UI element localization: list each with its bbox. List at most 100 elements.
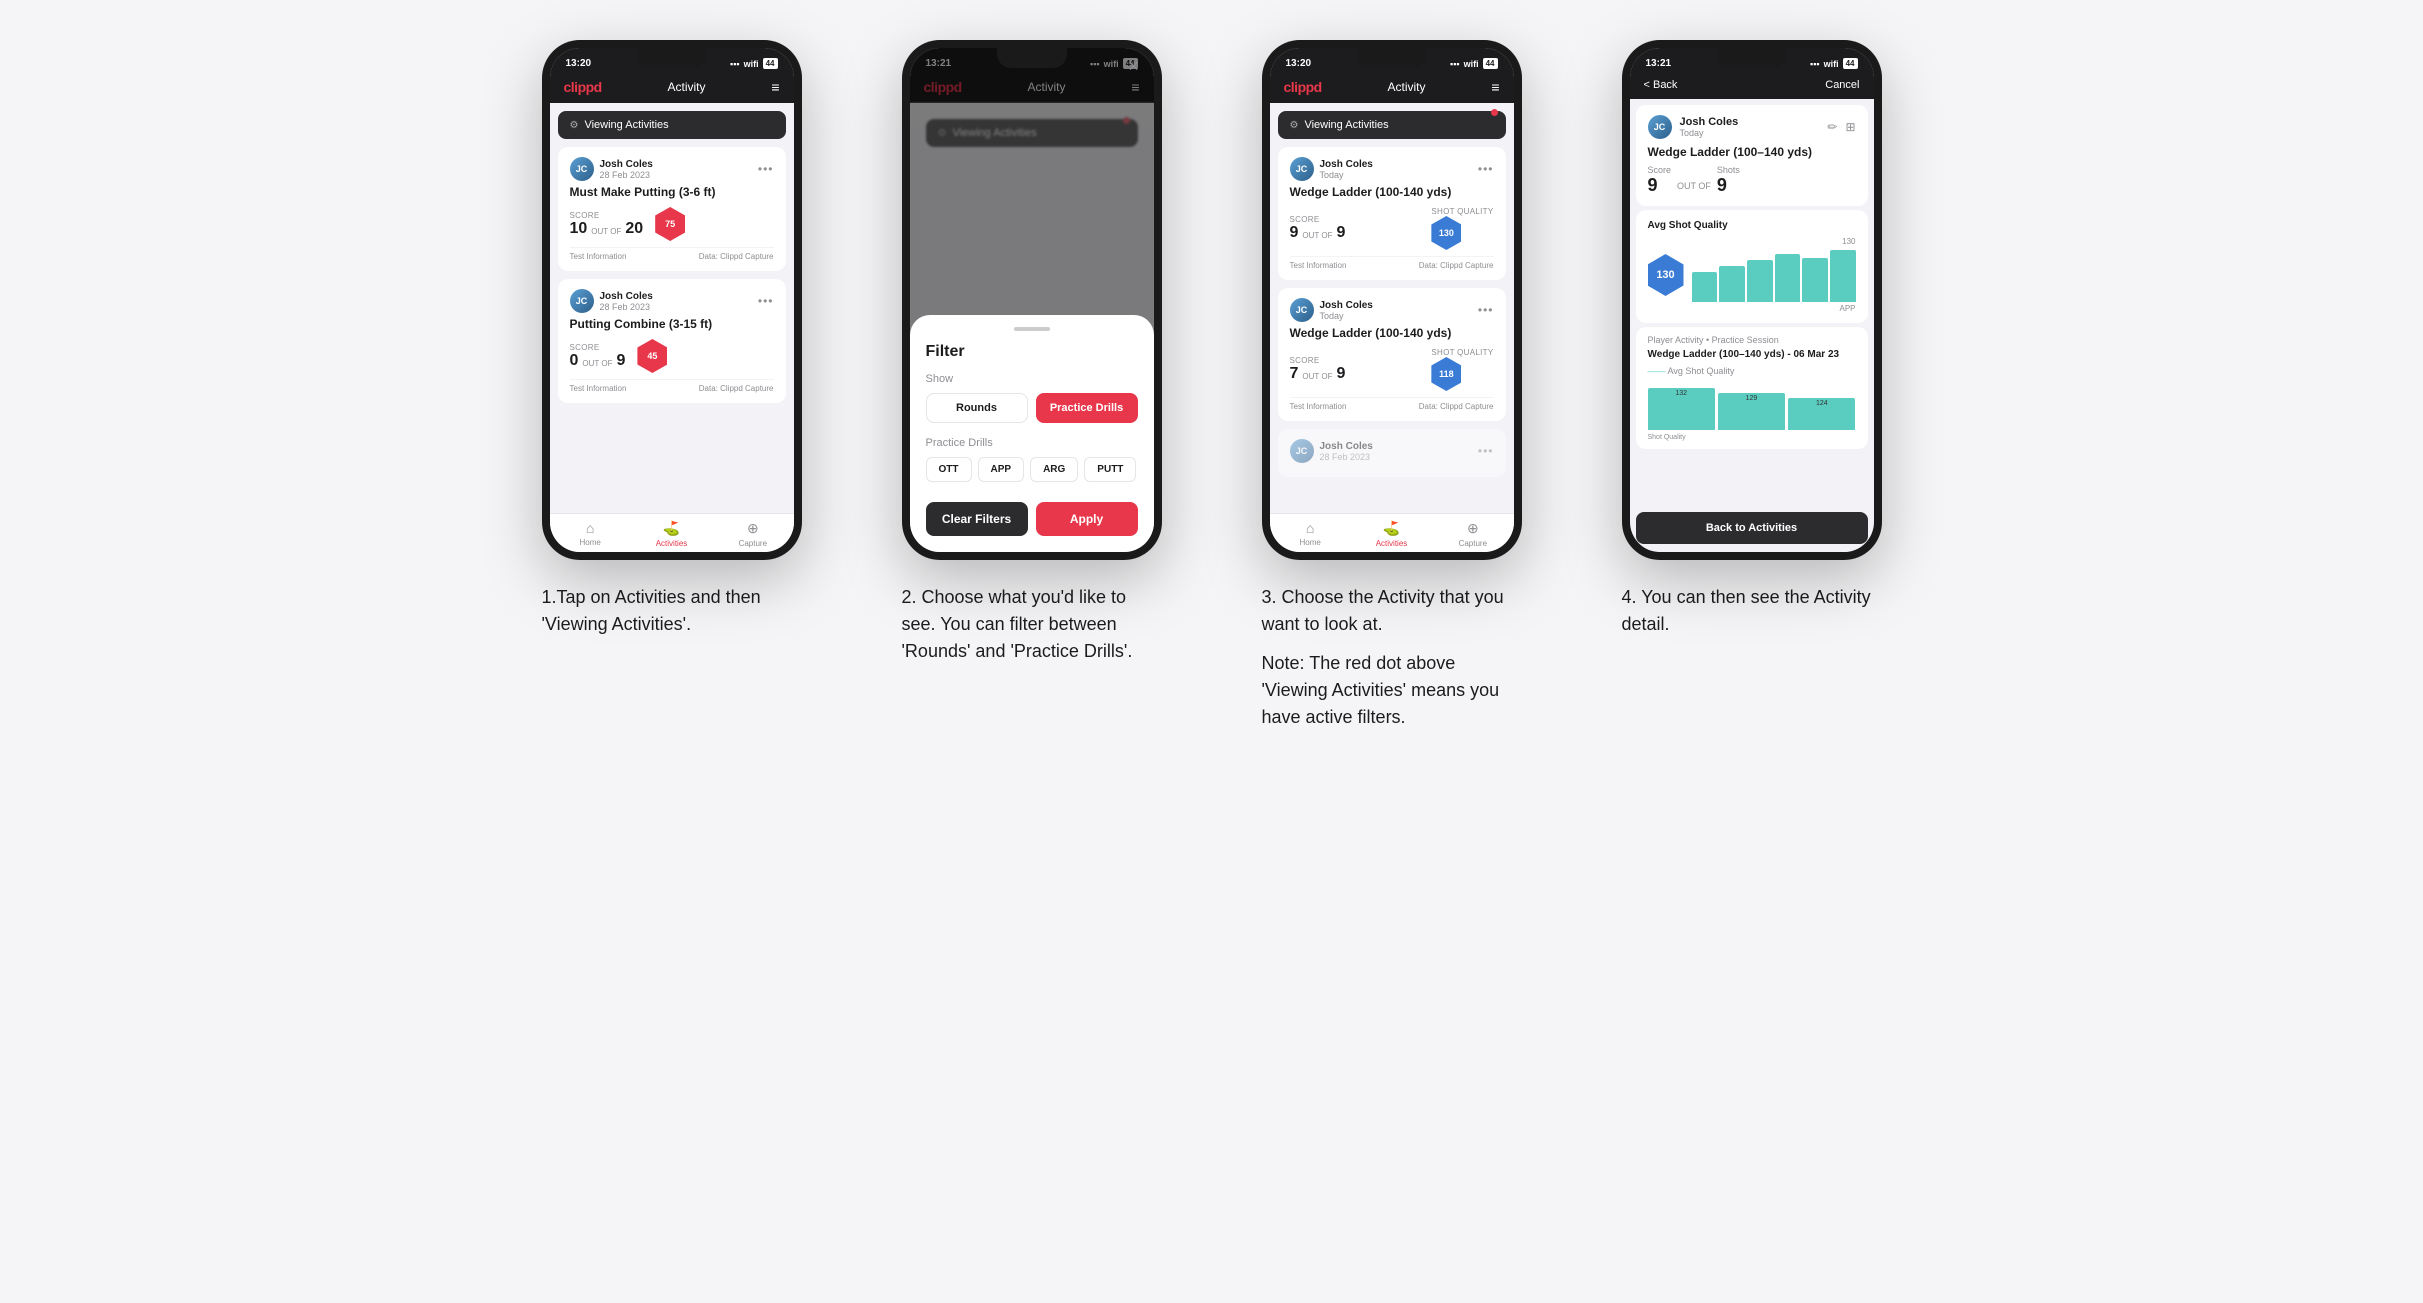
back-btn-4[interactable]: < Back (1644, 79, 1678, 91)
out-of-1-2: OUT OF (582, 359, 612, 368)
avg-label-4: —— Avg Shot Quality (1648, 366, 1856, 376)
user-name-3-2: Josh Coles (1320, 300, 1373, 311)
more-dots-3-1[interactable]: ••• (1478, 162, 1494, 176)
score-group-1-2: Score 0 OUT OF 9 (570, 343, 626, 370)
footer-left-1-2: Test Information (570, 384, 627, 393)
tab-capture-1[interactable]: ⊕ Capture (712, 520, 793, 548)
tab-activities-1[interactable]: ⛳ Activities (631, 520, 712, 548)
more-dots-1-2[interactable]: ••• (758, 294, 774, 308)
activity-card-1-2[interactable]: JC Josh Coles 28 Feb 2023 ••• Putting Co… (558, 279, 786, 403)
viewing-banner-1[interactable]: ⚙ Viewing Activities (558, 111, 786, 139)
banner-text-1: Viewing Activities (584, 119, 668, 131)
detail-user-name-4: Josh Coles (1680, 116, 1739, 128)
nav-title-1: Activity (668, 80, 706, 94)
detail-user-info-4: JC Josh Coles Today (1648, 115, 1739, 139)
edit-icon-4[interactable]: ✏ (1827, 120, 1837, 134)
arg-drill-btn[interactable]: ARG (1030, 457, 1078, 482)
user-date-1-2: 28 Feb 2023 (600, 302, 653, 312)
tab-home-1[interactable]: ⌂ Home (550, 520, 631, 548)
step-2-column: 13:21 ▪▪▪ wifi 44 clippd Activity ≡ (872, 40, 1192, 731)
score-value-3-2: 7 (1290, 365, 1299, 383)
phone-shell-3: 13:20 ▪▪▪ wifi 44 clippd Activity ≡ (1262, 40, 1522, 560)
detail-title-row-4: Wedge Ladder (100–140 yds) Score 9 OUT O… (1648, 145, 1856, 196)
wifi-icon-3: wifi (1464, 59, 1479, 69)
filter-buttons-2: Rounds Practice Drills (926, 393, 1138, 423)
session-title-4: Wedge Ladder (100–140 yds) - 06 Mar 23 (1648, 349, 1856, 360)
phone-shell-1: 13:20 ▪▪▪ wifi 44 clippd Activity ≡ (542, 40, 802, 560)
modal-title-2: Filter (926, 343, 1138, 361)
score-label-4: Score (1648, 165, 1672, 175)
filter-icon-1: ⚙ (570, 120, 579, 131)
shot-quality-group-3-2: Shot Quality 118 (1431, 348, 1493, 391)
battery-icon: 44 (763, 58, 778, 69)
drill-buttons-2: OTT APP ARG PUTT (926, 457, 1138, 482)
stats-row-3-1: Score 9 OUT OF 9 Shot Quality 13 (1290, 207, 1494, 250)
avatar-3-1: JC (1290, 157, 1314, 181)
bottom-tabs-3: ⌂ Home ⛳ Activities ⊕ Capture (1270, 513, 1514, 552)
home-icon-3: ⌂ (1306, 520, 1314, 536)
chart-bar-area-4: 130 (1692, 237, 1856, 313)
capture-icon-3: ⊕ (1467, 520, 1479, 537)
capture-icon-1: ⊕ (747, 520, 759, 537)
shot-quality-1-1: 75 (655, 207, 685, 241)
y-axis-label-4: Shot Quality (1648, 434, 1856, 441)
signal-icon-4: ▪▪▪ (1810, 59, 1820, 69)
stats-row-3-2: Score 7 OUT OF 9 Shot Quality 11 (1290, 348, 1494, 391)
expand-icon-4[interactable]: ⊞ (1845, 120, 1855, 134)
card-footer-3-2: Test Information Data: Clippd Capture (1290, 397, 1494, 411)
user-date-3-1: Today (1320, 170, 1373, 180)
time-3: 13:20 (1286, 58, 1312, 69)
more-dots-1-1[interactable]: ••• (758, 162, 774, 176)
menu-icon-1[interactable]: ≡ (771, 79, 779, 95)
logo-3: clippd (1284, 79, 1322, 95)
shot-quality-3-2: 118 (1431, 357, 1461, 391)
filter-icon-3: ⚙ (1290, 120, 1299, 131)
page-container: 13:20 ▪▪▪ wifi 44 clippd Activity ≡ (512, 40, 1912, 731)
phone-3: 13:20 ▪▪▪ wifi 44 clippd Activity ≡ (1262, 40, 1522, 560)
footer-right-3-2: Data: Clippd Capture (1419, 402, 1494, 411)
putt-drill-btn[interactable]: PUTT (1084, 457, 1136, 482)
close-icon-2[interactable]: ✕ (1128, 58, 1140, 75)
tab-home-3[interactable]: ⌂ Home (1270, 520, 1351, 548)
shot-quality-3-1: 130 (1431, 216, 1461, 250)
bottom-tabs-1: ⌂ Home ⛳ Activities ⊕ Capture (550, 513, 794, 552)
ott-drill-btn[interactable]: OTT (926, 457, 972, 482)
rounds-filter-btn[interactable]: Rounds (926, 393, 1028, 423)
phone-2: 13:21 ▪▪▪ wifi 44 clippd Activity ≡ (902, 40, 1162, 560)
activity-card-1-1[interactable]: JC Josh Coles 28 Feb 2023 ••• Must Make … (558, 147, 786, 271)
screen-1: 13:20 ▪▪▪ wifi 44 clippd Activity ≡ (550, 48, 794, 552)
drills-label-2: Practice Drills (926, 437, 1138, 449)
back-to-activities-btn-4[interactable]: Back to Activities (1636, 512, 1868, 544)
clear-filters-btn[interactable]: Clear Filters (926, 502, 1028, 536)
stat-outof-3-2: 7 OUT OF 9 (1290, 365, 1346, 383)
user-name-1-2: Josh Coles (600, 291, 653, 302)
practice-drills-filter-btn[interactable]: Practice Drills (1036, 393, 1138, 423)
caption-3-note: Note: The red dot above 'Viewing Activit… (1262, 650, 1522, 731)
chart-bar-4-6 (1830, 250, 1856, 302)
phone-shell-2: 13:21 ▪▪▪ wifi 44 clippd Activity ≡ (902, 40, 1162, 560)
chart-content-4: 130 130 (1648, 237, 1856, 313)
menu-icon-3[interactable]: ≡ (1491, 79, 1499, 95)
user-date-1-1: 28 Feb 2023 (600, 170, 653, 180)
home-label-1: Home (579, 538, 600, 547)
activity-card-3-2[interactable]: JC Josh Coles Today ••• Wedge Ladder (10… (1278, 288, 1506, 421)
app-drill-btn[interactable]: APP (978, 457, 1025, 482)
card-footer-1-1: Test Information Data: Clippd Capture (570, 247, 774, 261)
cancel-btn-4[interactable]: Cancel (1825, 79, 1859, 91)
tab-capture-3[interactable]: ⊕ Capture (1432, 520, 1513, 548)
caption-2: 2. Choose what you'd like to see. You ca… (902, 584, 1162, 665)
more-dots-3-2[interactable]: ••• (1478, 303, 1494, 317)
step-4-column: 13:21 ▪▪▪ wifi 44 < Back Cancel (1592, 40, 1912, 731)
viewing-banner-3[interactable]: ⚙ Viewing Activities (1278, 111, 1506, 139)
user-name-3-1: Josh Coles (1320, 159, 1373, 170)
detail-header-card-4: JC Josh Coles Today ✏ ⊞ (1636, 105, 1868, 206)
notch-3 (1357, 48, 1427, 68)
caption-4: 4. You can then see the Activity detail. (1622, 584, 1882, 638)
score-value-1-1: 10 (570, 220, 588, 238)
tab-activities-3[interactable]: ⛳ Activities (1351, 520, 1432, 548)
activity-card-3-1[interactable]: JC Josh Coles Today ••• Wedge Ladder (10… (1278, 147, 1506, 280)
mini-bar-4-3: 124 (1788, 398, 1855, 431)
apply-btn[interactable]: Apply (1036, 502, 1138, 536)
home-icon-1: ⌂ (586, 520, 594, 536)
out-of-1-1: OUT OF (591, 227, 621, 236)
